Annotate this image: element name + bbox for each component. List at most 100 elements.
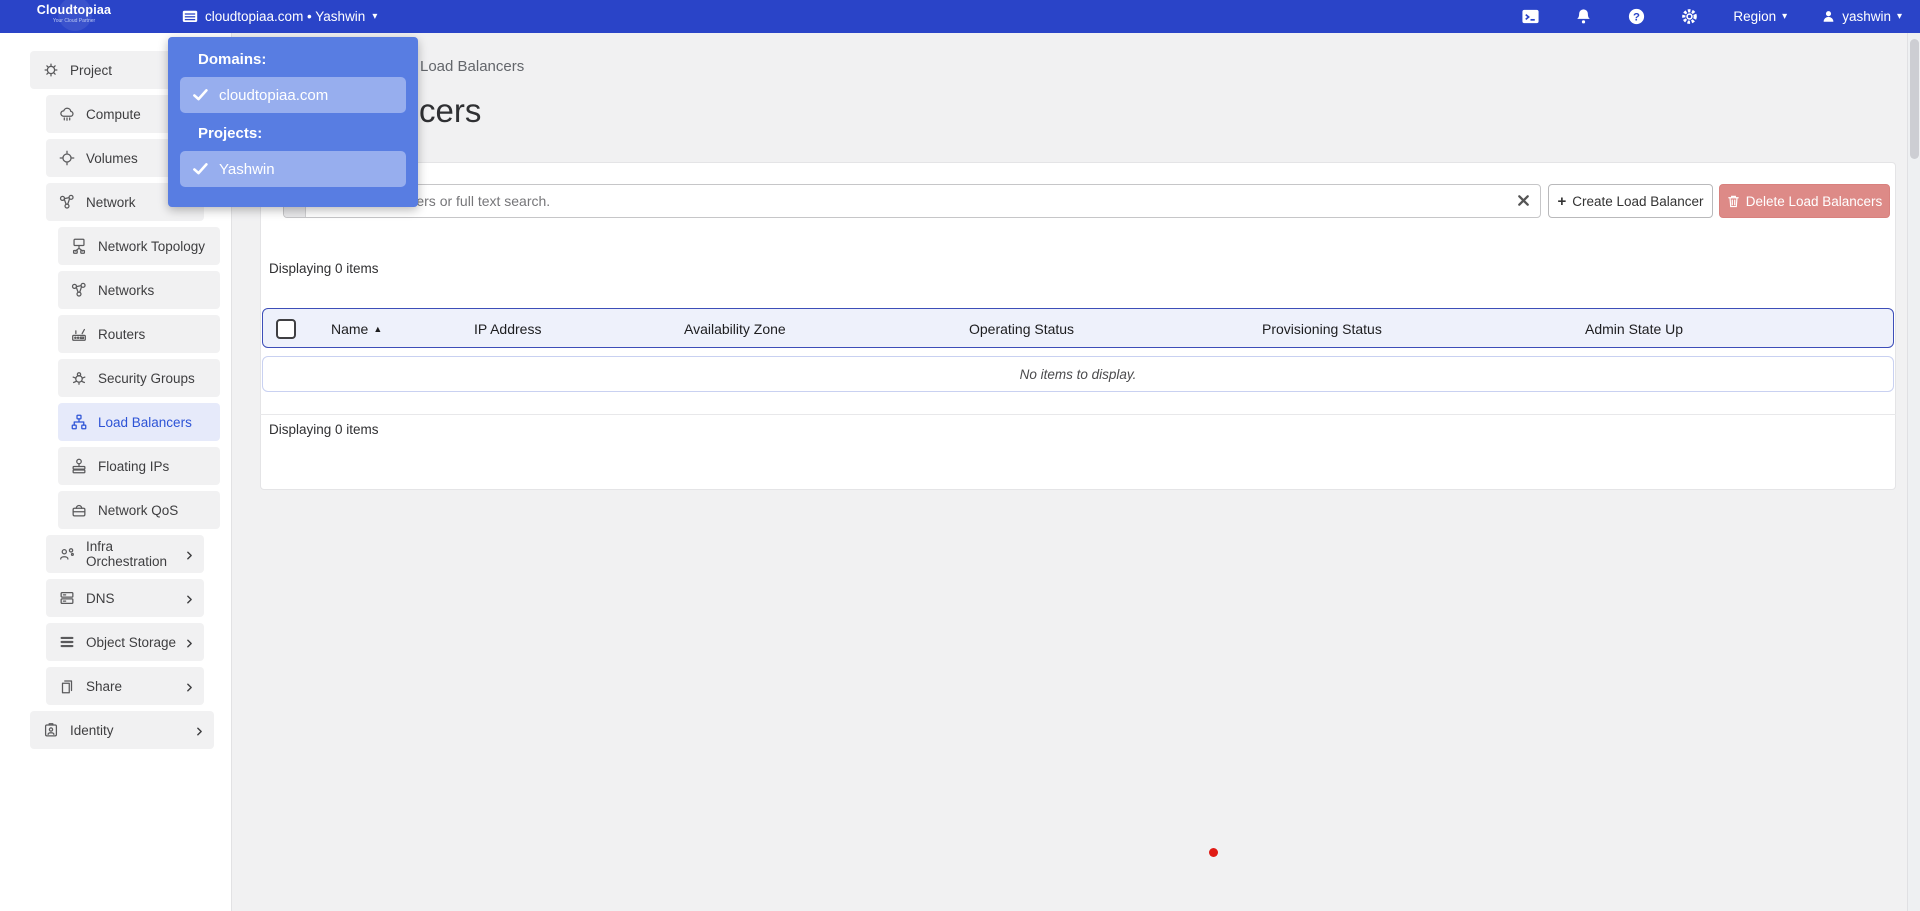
network-icon xyxy=(58,193,76,211)
network-qos-icon xyxy=(70,501,88,519)
chevron-right-icon xyxy=(184,681,195,692)
filter-search-bar[interactable] xyxy=(283,184,1541,218)
column-header-operating-status[interactable]: Operating Status xyxy=(969,309,1074,349)
sidebar-item-object-storage[interactable]: Object Storage xyxy=(46,623,204,661)
trash-icon xyxy=(1727,194,1740,208)
sort-asc-icon: ▲ xyxy=(373,324,383,334)
sidebar-item-label: Identity xyxy=(70,722,114,738)
scrollbar-thumb[interactable] xyxy=(1910,39,1919,159)
chevron-down-icon: ▾ xyxy=(372,11,378,22)
page-scrollbar[interactable] xyxy=(1907,33,1920,911)
compute-cloud-icon xyxy=(58,105,76,123)
sidebar-item-security-groups[interactable]: Security Groups xyxy=(58,359,220,397)
sidebar-item-infra-orchestration[interactable]: Infra Orchestration xyxy=(46,535,204,573)
items-count-top: Displaying 0 items xyxy=(269,261,379,276)
security-groups-icon xyxy=(70,369,88,387)
table-footer-divider xyxy=(260,414,1896,415)
projects-heading: Projects: xyxy=(198,125,263,142)
sidebar-item-share[interactable]: Share xyxy=(46,667,204,705)
network-topology-icon xyxy=(70,237,88,255)
column-header-provisioning-status[interactable]: Provisioning Status xyxy=(1262,309,1382,349)
sidebar-item-floating-ips[interactable]: Floating IPs xyxy=(58,447,220,485)
chevron-down-icon: ▾ xyxy=(1782,11,1788,22)
create-load-balancer-button[interactable]: + Create Load Balancer xyxy=(1548,184,1713,218)
search-input[interactable] xyxy=(308,185,1498,217)
topbar-actions: ? Region ▾ yashwin ▾ xyxy=(1521,0,1902,33)
volumes-icon xyxy=(58,149,76,167)
select-all-checkbox[interactable] xyxy=(276,319,296,339)
table-header-row: Name ▲ IP Address Availability Zone Oper… xyxy=(262,308,1894,348)
column-header-name[interactable]: Name ▲ xyxy=(331,309,382,349)
sidebar-item-label: Compute xyxy=(86,106,141,122)
dns-server-icon xyxy=(58,589,76,607)
load-balancers-icon xyxy=(70,413,88,431)
project-icon xyxy=(42,61,60,79)
sidebar-item-label: Volumes xyxy=(86,150,138,166)
column-header-ip-address[interactable]: IP Address xyxy=(474,309,541,349)
infra-orchestration-icon xyxy=(58,545,76,563)
user-menu[interactable]: yashwin ▾ xyxy=(1821,9,1902,24)
chevron-right-icon xyxy=(194,725,205,736)
brand-tagline: Your Cloud Partner xyxy=(52,18,96,24)
user-avatar-icon xyxy=(1821,9,1836,24)
table-list-icon xyxy=(182,10,198,24)
column-header-admin-state-up[interactable]: Admin State Up xyxy=(1585,309,1683,349)
domains-heading: Domains: xyxy=(198,51,267,68)
sidebar-item-label: Load Balancers xyxy=(98,414,192,430)
clear-search-icon[interactable] xyxy=(1516,193,1531,208)
sidebar-item-label: Network Topology xyxy=(98,238,206,254)
help-icon[interactable]: ? xyxy=(1627,7,1646,26)
settings-gear-icon[interactable] xyxy=(1680,7,1699,26)
networks-icon xyxy=(70,281,88,299)
domain-project-dropdown: Domains: cloudtopiaa.com Projects: Yashw… xyxy=(168,37,418,207)
router-icon xyxy=(70,325,88,343)
svg-text:?: ? xyxy=(1633,11,1640,23)
share-documents-icon xyxy=(58,677,76,695)
project-option-yashwin[interactable]: Yashwin xyxy=(180,151,406,187)
chevron-right-icon xyxy=(184,549,195,560)
region-menu[interactable]: Region ▾ xyxy=(1733,9,1787,24)
sidebar-item-load-balancers[interactable]: Load Balancers xyxy=(58,403,220,441)
user-menu-label: yashwin xyxy=(1842,9,1891,24)
chevron-down-icon: ▾ xyxy=(1896,11,1902,22)
domain-project-switcher[interactable]: cloudtopiaa.com • Yashwin ▾ xyxy=(182,0,377,33)
sidebar-item-label: Network xyxy=(86,194,136,210)
delete-load-balancers-button[interactable]: Delete Load Balancers xyxy=(1719,184,1890,218)
red-marker-dot xyxy=(1209,848,1218,857)
sidebar-item-label: Networks xyxy=(98,282,155,298)
items-count-bottom: Displaying 0 items xyxy=(269,422,379,437)
sidebar-item-label: Infra Orchestration xyxy=(86,539,168,569)
project-option-label: Yashwin xyxy=(219,160,275,178)
sidebar-item-network-qos[interactable]: Network QoS xyxy=(58,491,220,529)
check-icon xyxy=(193,163,208,175)
top-navbar: Cloudtopiaa Your Cloud Partner cloudtopi… xyxy=(0,0,1920,33)
table-empty-row: No items to display. xyxy=(262,356,1894,392)
sidebar-item-label: DNS xyxy=(86,590,115,606)
floating-ips-icon xyxy=(70,457,88,475)
domain-option-label: cloudtopiaa.com xyxy=(219,86,329,104)
sidebar-item-routers[interactable]: Routers xyxy=(58,315,220,353)
sidebar-item-networks[interactable]: Networks xyxy=(58,271,220,309)
chevron-right-icon xyxy=(184,637,195,648)
sidebar-item-label: Project xyxy=(70,62,113,78)
check-icon xyxy=(193,89,208,101)
sidebar-item-network-topology[interactable]: Network Topology xyxy=(58,227,220,265)
plus-icon: + xyxy=(1557,192,1567,210)
sidebar-item-label: Security Groups xyxy=(98,370,195,386)
create-load-balancer-label: Create Load Balancer xyxy=(1572,193,1704,209)
sidebar-item-label: Network QoS xyxy=(98,502,179,518)
console-icon[interactable] xyxy=(1521,7,1540,26)
sidebar-item-identity[interactable]: Identity xyxy=(30,711,214,749)
sidebar-item-label: Share xyxy=(86,678,123,694)
notifications-bell-icon[interactable] xyxy=(1574,7,1593,26)
sidebar-item-dns[interactable]: DNS xyxy=(46,579,204,617)
sidebar-item-label: Routers xyxy=(98,326,146,342)
app-window: Cloudtopiaa Your Cloud Partner cloudtopi… xyxy=(0,0,1920,911)
brand-logo[interactable]: Cloudtopiaa Your Cloud Partner xyxy=(24,0,124,31)
delete-load-balancers-label: Delete Load Balancers xyxy=(1745,193,1883,209)
breadcrumb[interactable]: Load Balancers xyxy=(420,58,524,75)
column-header-availability-zone[interactable]: Availability Zone xyxy=(684,309,786,349)
sidebar-item-label: Object Storage xyxy=(86,634,177,650)
region-menu-label: Region xyxy=(1733,9,1777,24)
domain-option-cloudtopiaa[interactable]: cloudtopiaa.com xyxy=(180,77,406,113)
